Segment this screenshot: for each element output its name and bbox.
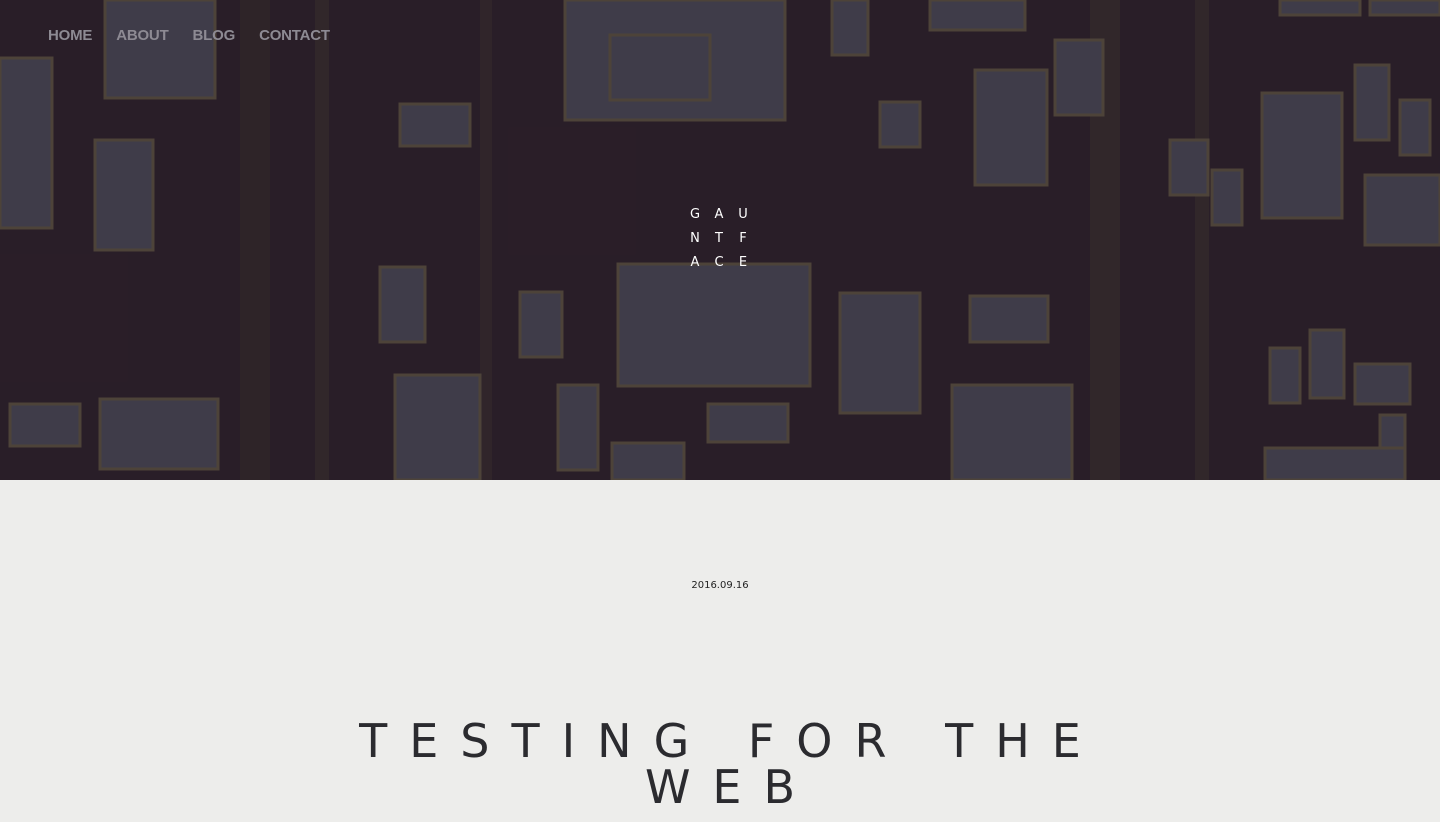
site-logo[interactable]: G A U N T F A C E bbox=[683, 203, 755, 275]
hero-header: HOME ABOUT BLOG CONTACT G A U N T F A C … bbox=[0, 0, 1440, 480]
nav-blog-link[interactable]: BLOG bbox=[193, 26, 236, 46]
main-nav: HOME ABOUT BLOG CONTACT bbox=[48, 26, 330, 46]
nav-about-link[interactable]: ABOUT bbox=[116, 26, 169, 46]
logo-letter: F bbox=[739, 231, 747, 246]
nav-home-link[interactable]: HOME bbox=[48, 26, 92, 46]
post-date: 2016.09.16 bbox=[691, 580, 749, 591]
logo-letter: C bbox=[714, 255, 724, 270]
logo-letter: U bbox=[738, 207, 748, 222]
logo-letter: E bbox=[738, 255, 748, 270]
logo-letter: N bbox=[690, 231, 700, 246]
logo-letter: A bbox=[690, 255, 700, 270]
logo-letter: T bbox=[715, 231, 723, 246]
post-title: TESTING FOR THE WEB bbox=[359, 714, 1103, 814]
nav-contact-link[interactable]: CONTACT bbox=[259, 26, 330, 46]
post-content: 2016.09.16 TESTING FOR THE WEB bbox=[0, 480, 1440, 822]
logo-letter: A bbox=[714, 207, 724, 222]
logo-letter: G bbox=[689, 207, 701, 222]
